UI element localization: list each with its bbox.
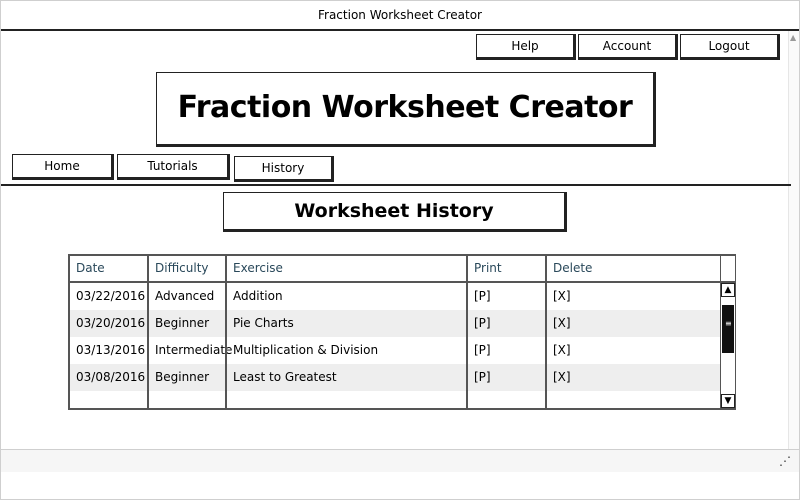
print-link[interactable]: [P] bbox=[468, 310, 545, 337]
cell-difficulty: Intermediate bbox=[155, 343, 233, 357]
table-scrollbar[interactable]: ▲ ≡ ▼ bbox=[720, 283, 735, 408]
app-logo: Fraction Worksheet Creator bbox=[156, 72, 656, 147]
delete-link[interactable]: [X] bbox=[547, 364, 719, 391]
cell-date: 03/13/2016 bbox=[76, 343, 146, 357]
column-divider bbox=[466, 256, 468, 408]
table-header: Date Difficulty Exercise Print Delete bbox=[70, 256, 720, 283]
cell-date: 03/20/2016 bbox=[76, 316, 146, 330]
cell-date: 03/08/2016 bbox=[76, 370, 146, 384]
tab-history[interactable]: History bbox=[234, 156, 334, 182]
scrollbar-thumb[interactable]: ≡ bbox=[722, 305, 734, 353]
print-link[interactable]: [P] bbox=[468, 337, 545, 364]
scroll-down-icon[interactable]: ▼ bbox=[721, 394, 735, 408]
column-divider bbox=[147, 256, 149, 408]
column-header-exercise[interactable]: Exercise bbox=[227, 256, 466, 281]
cell-difficulty: Beginner bbox=[155, 316, 210, 330]
window-scrollbar[interactable]: ▲ bbox=[788, 31, 799, 449]
logout-button[interactable]: Logout bbox=[680, 34, 780, 60]
delete-link[interactable]: [X] bbox=[547, 283, 719, 310]
column-divider bbox=[225, 256, 227, 408]
page-title: Worksheet History bbox=[223, 192, 567, 232]
column-header-print[interactable]: Print bbox=[468, 256, 545, 281]
print-link[interactable]: [P] bbox=[468, 283, 545, 310]
delete-link[interactable]: [X] bbox=[547, 310, 719, 337]
cell-exercise: Pie Charts bbox=[233, 316, 294, 330]
column-header-difficulty[interactable]: Difficulty bbox=[149, 256, 225, 281]
table-row[interactable]: 03/08/2016 Beginner Least to Greatest [P… bbox=[70, 364, 720, 391]
delete-link[interactable]: [X] bbox=[547, 337, 719, 364]
print-link[interactable]: [P] bbox=[468, 364, 545, 391]
table-row[interactable]: 03/13/2016 Intermediate Multiplication &… bbox=[70, 337, 720, 364]
resize-grip-icon[interactable]: ⋰ bbox=[779, 454, 791, 468]
table-row[interactable]: 03/20/2016 Beginner Pie Charts [P] [X] bbox=[70, 310, 720, 337]
page-title-text: Worksheet History bbox=[294, 200, 494, 222]
help-button[interactable]: Help bbox=[476, 34, 576, 60]
status-bar: ⋰ bbox=[1, 449, 799, 472]
cell-exercise: Multiplication & Division bbox=[233, 343, 379, 357]
cell-exercise: Least to Greatest bbox=[233, 370, 337, 384]
column-header-delete[interactable]: Delete bbox=[547, 256, 719, 281]
window-title: Fraction Worksheet Creator bbox=[317, 8, 482, 22]
table-header-corner bbox=[720, 256, 735, 283]
tab-tutorials[interactable]: Tutorials bbox=[117, 154, 230, 180]
cell-date: 03/22/2016 bbox=[76, 289, 146, 303]
title-bar: Fraction Worksheet Creator bbox=[1, 1, 799, 31]
column-divider bbox=[545, 256, 547, 408]
cell-exercise: Addition bbox=[233, 289, 283, 303]
column-header-date[interactable]: Date bbox=[70, 256, 147, 281]
window-scroll-up-icon[interactable]: ▲ bbox=[790, 33, 796, 42]
history-table: Date Difficulty Exercise Print Delete 03… bbox=[68, 254, 736, 410]
tab-home[interactable]: Home bbox=[12, 154, 114, 180]
logo-text: Fraction Worksheet Creator bbox=[177, 90, 633, 125]
cell-difficulty: Beginner bbox=[155, 370, 210, 384]
account-button[interactable]: Account bbox=[578, 34, 678, 60]
app-window: Fraction Worksheet Creator ▲ Help Accoun… bbox=[0, 0, 800, 500]
header-divider bbox=[1, 184, 791, 186]
table-row[interactable]: 03/22/2016 Advanced Addition [P] [X] bbox=[70, 283, 720, 310]
cell-difficulty: Advanced bbox=[155, 289, 215, 303]
scroll-up-icon[interactable]: ▲ bbox=[721, 283, 735, 297]
